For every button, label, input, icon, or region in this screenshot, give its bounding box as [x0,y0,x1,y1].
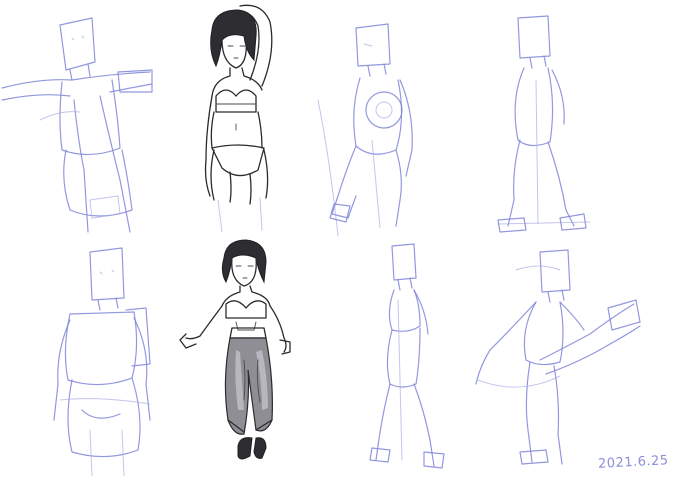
gesture-sketch-walking [369,243,445,469]
gesture-sketch-kick [475,249,641,465]
inked-figure-bob-hair [179,239,291,460]
gesture-sketch-profile [497,15,591,233]
gesture-sketch-tpose [1,17,153,233]
gesture-sketch-front [53,247,151,477]
gesture-sketch-turning [317,23,413,237]
figure-drawing-sheet [1,4,641,477]
inked-figure-arm-raised [204,4,273,233]
